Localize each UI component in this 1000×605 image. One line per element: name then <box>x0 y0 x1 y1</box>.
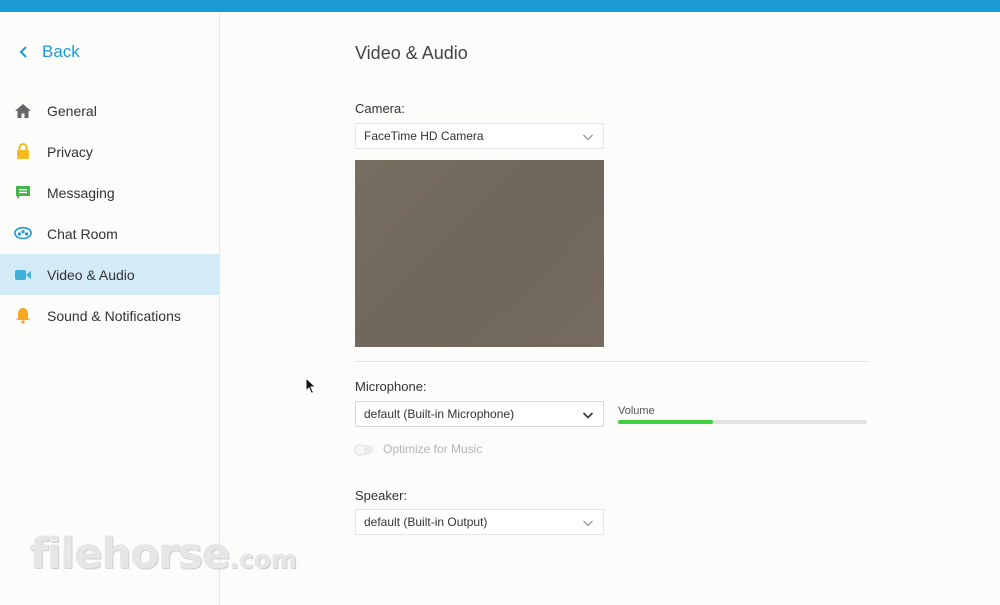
video-camera-icon <box>14 266 32 284</box>
chevron-down-icon <box>582 131 594 141</box>
optimize-music-toggle[interactable] <box>355 445 373 455</box>
speaker-label: Speaker: <box>355 488 408 503</box>
chat-room-icon <box>14 225 32 243</box>
sidebar-item-messaging[interactable]: Messaging <box>0 172 219 213</box>
sidebar-item-label: Sound & Notifications <box>47 307 181 324</box>
sidebar-item-label: General <box>47 102 97 119</box>
chevron-down-icon <box>582 517 594 527</box>
top-accent-bar <box>0 0 1000 12</box>
chevron-left-icon <box>14 42 34 62</box>
camera-select[interactable]: FaceTime HD Camera <box>355 123 604 149</box>
speaker-select[interactable]: default (Built-in Output) <box>355 509 604 535</box>
watermark-text: filehorse <box>30 529 231 578</box>
sidebar-item-chat-room[interactable]: Chat Room <box>0 213 219 254</box>
microphone-label: Microphone: <box>355 379 427 394</box>
speaker-select-value: default (Built-in Output) <box>364 515 488 529</box>
section-divider <box>355 361 868 362</box>
toggle-knob <box>355 445 365 455</box>
chevron-down-icon <box>582 409 594 419</box>
microphone-select-value: default (Built-in Microphone) <box>364 407 515 421</box>
sidebar-item-label: Privacy <box>47 143 93 160</box>
bell-icon <box>14 307 32 325</box>
settings-content: Video & Audio Camera: FaceTime HD Camera… <box>220 12 1000 605</box>
volume-label: Volume <box>618 405 655 417</box>
sidebar-item-general[interactable]: General <box>0 90 219 131</box>
back-label: Back <box>42 42 80 61</box>
camera-preview <box>355 160 604 347</box>
sidebar-item-label: Messaging <box>47 184 115 201</box>
sidebar-item-video-audio[interactable]: Video & Audio <box>0 254 219 295</box>
settings-nav: General Privacy Messaging Chat Room Vide… <box>0 90 219 336</box>
camera-label: Camera: <box>355 101 405 116</box>
page-title: Video & Audio <box>355 43 468 63</box>
optimize-music-label: Optimize for Music <box>383 442 483 456</box>
watermark-suffix: .com <box>229 545 298 574</box>
lock-icon <box>14 143 32 161</box>
mouse-pointer-icon <box>305 376 317 395</box>
sidebar-item-label: Chat Room <box>47 225 118 242</box>
watermark-logo: filehorse.com <box>30 530 297 584</box>
microphone-select[interactable]: default (Built-in Microphone) <box>355 401 604 427</box>
home-icon <box>14 102 32 120</box>
message-icon <box>14 184 32 202</box>
sidebar-item-privacy[interactable]: Privacy <box>0 131 219 172</box>
camera-select-value: FaceTime HD Camera <box>364 129 484 143</box>
sidebar: Back General Privacy Messaging Chat Room <box>0 12 220 605</box>
sidebar-item-label: Video & Audio <box>47 266 135 283</box>
back-button[interactable]: Back <box>14 40 80 64</box>
volume-meter <box>618 420 867 424</box>
volume-meter-fill <box>618 420 713 424</box>
sidebar-item-sound-notifications[interactable]: Sound & Notifications <box>0 295 219 336</box>
